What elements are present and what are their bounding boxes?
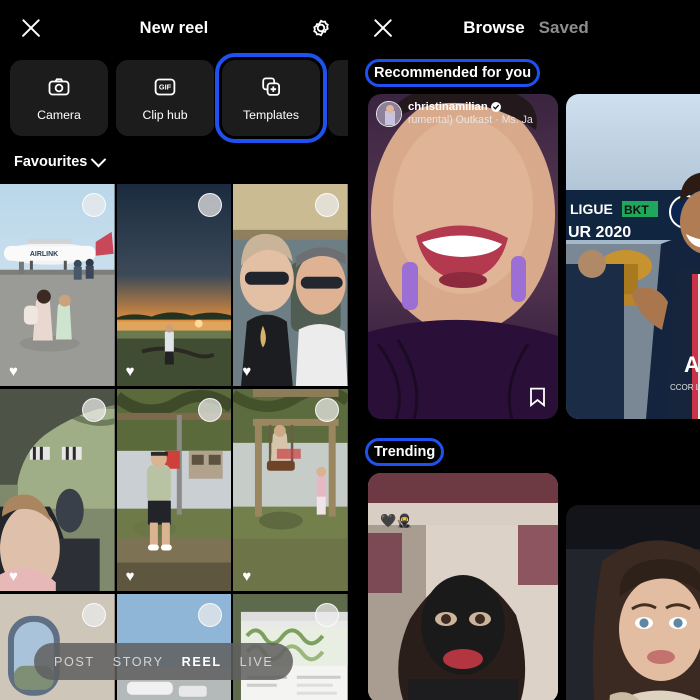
mode-post[interactable]: POST <box>54 655 95 669</box>
heart-icon: ♥ <box>9 568 18 585</box>
overlay-emoji: 🖤🥷 <box>380 513 413 528</box>
trending-carousel[interactable]: 🖤🥷 ليل <box>352 473 700 700</box>
left-header: New reel <box>0 0 348 56</box>
gallery-item[interactable]: ♥ <box>233 184 348 387</box>
card-meta: christinamilian rumental) Outkast · Ms. … <box>408 101 533 126</box>
svg-text:BKT: BKT <box>624 203 649 217</box>
page-title: New reel <box>139 18 209 37</box>
gallery-item[interactable]: ♥ <box>0 389 115 592</box>
gallery-item[interactable]: AIRLINK ♥ <box>0 184 115 387</box>
svg-text:All: All <box>684 352 700 377</box>
card-username-row: christinamilian <box>408 101 533 113</box>
tile-templates-label: Templates <box>242 107 300 122</box>
tile-made-for-you[interactable]: Made <box>328 60 348 136</box>
recommended-carousel[interactable]: christinamilian rumental) Outkast · Ms. … <box>352 94 700 419</box>
chevron-down-icon <box>91 151 107 167</box>
gallery-item[interactable]: ♥ <box>233 389 348 592</box>
heart-icon: ♥ <box>9 363 18 380</box>
tile-clip-hub-label: Clip hub <box>142 107 188 122</box>
templates-icon <box>259 75 283 99</box>
settings-icon[interactable] <box>310 17 332 39</box>
selection-circle-icon[interactable] <box>81 193 106 217</box>
card-music-title: rumental) Outkast · Ms. Ja <box>408 114 533 126</box>
close-icon[interactable] <box>370 15 396 41</box>
tile-clip-hub[interactable]: GIF Clip hub <box>116 60 214 136</box>
tile-camera[interactable]: Camera <box>10 60 108 136</box>
selection-circle-icon[interactable] <box>314 193 339 217</box>
section-title-recommended: Recommended for you <box>364 59 541 87</box>
album-label: Favourites <box>14 154 88 170</box>
svg-text:LIGUE: LIGUE <box>570 201 613 217</box>
camera-icon <box>47 75 71 99</box>
gallery-item[interactable]: ♥ <box>116 184 232 387</box>
close-icon[interactable] <box>18 15 44 41</box>
selection-circle-icon[interactable] <box>314 603 339 627</box>
svg-text:CCOR LIVE LIMITLE: CCOR LIVE LIMITLE <box>670 383 700 392</box>
mode-live[interactable]: LIVE <box>240 655 274 669</box>
svg-text:AIRLINK: AIRLINK <box>30 251 58 258</box>
template-card[interactable]: 🖤🥷 <box>368 473 558 700</box>
svg-text:UR 2020: UR 2020 <box>568 224 631 241</box>
gallery-item[interactable]: ♥ <box>116 389 232 592</box>
card-username: christinamilian <box>408 101 488 113</box>
heart-icon: ♥ <box>125 363 135 380</box>
mode-story[interactable]: STORY <box>113 655 164 669</box>
gif-icon: GIF <box>153 75 177 99</box>
heart-icon: ♥ <box>242 363 252 380</box>
verified-badge-icon <box>490 102 501 112</box>
bookmark-icon[interactable] <box>529 387 546 408</box>
tab-saved[interactable]: Saved <box>539 18 589 38</box>
svg-text:GIF: GIF <box>159 82 172 91</box>
section-trending-header: Trending <box>352 435 700 473</box>
template-card[interactable]: ليل ♥ <box>566 505 700 700</box>
tile-templates[interactable]: Templates <box>215 53 327 143</box>
selection-circle-icon[interactable] <box>81 398 106 422</box>
templates-browse-panel: Browse Saved Recommended for you christi… <box>352 0 700 700</box>
heart-icon: ♥ <box>242 568 252 585</box>
tab-browse[interactable]: Browse <box>463 18 524 38</box>
screenshot-root: New reel Camera GIF Clip hub Templates F… <box>0 0 700 700</box>
avatar[interactable] <box>376 101 402 127</box>
selection-circle-icon[interactable] <box>81 603 106 627</box>
album-selector[interactable]: Favourites <box>0 140 348 184</box>
new-reel-panel: New reel Camera GIF Clip hub Templates F… <box>0 0 348 700</box>
section-title-trending: Trending <box>364 438 445 466</box>
template-card[interactable]: LIGUE BKT UR 2020 All CCOR LIVE LIMITLE <box>566 94 700 419</box>
section-recommended-header: Recommended for you <box>352 56 700 94</box>
template-card[interactable]: christinamilian rumental) Outkast · Ms. … <box>368 94 558 419</box>
selection-circle-icon[interactable] <box>314 398 339 422</box>
card-author: christinamilian rumental) Outkast · Ms. … <box>368 94 558 134</box>
create-mode-tiles: Camera GIF Clip hub Templates <box>0 53 348 143</box>
right-header: Browse Saved <box>352 0 700 56</box>
tile-camera-label: Camera <box>37 107 81 122</box>
mode-reel[interactable]: REEL <box>182 655 222 669</box>
heart-icon: ♥ <box>125 568 135 585</box>
capture-mode-selector: POST STORY REEL LIVE <box>34 643 294 680</box>
photo-grid: AIRLINK ♥ ♥ ♥ ♥ ♥ ♥ <box>0 184 348 700</box>
